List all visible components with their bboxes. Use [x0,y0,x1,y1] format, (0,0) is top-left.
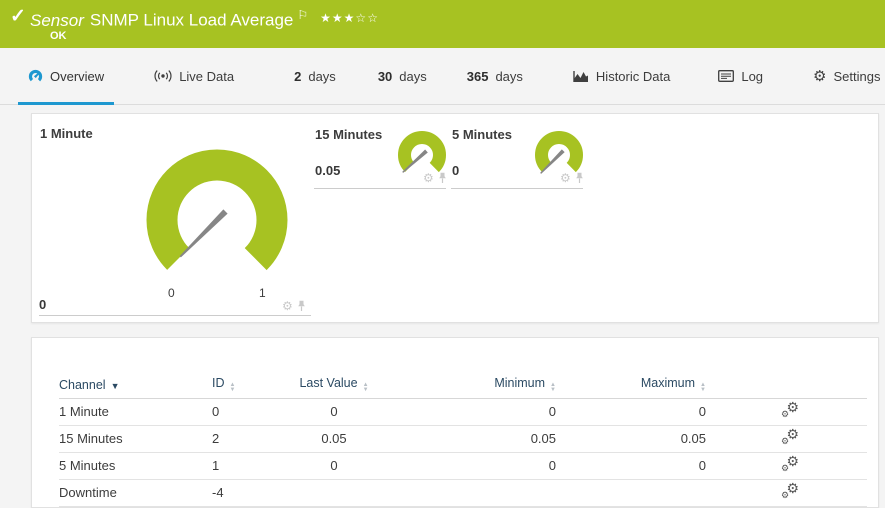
cell-id: 0 [212,404,220,419]
tab-label: Overview [50,68,105,84]
gauge-1min-dial [146,149,288,291]
sort-icon: ▲ ▼ [550,382,556,394]
cell-last-value: 0.05 [321,431,347,446]
cell-maximum: 0.05 [680,431,706,446]
priority-stars[interactable]: ★★★☆☆ [320,11,379,25]
sensor-title: Sensor SNMP Linux Load Average ⚐ ★★★☆☆ [30,8,379,31]
sensor-type-label: Sensor [30,10,84,30]
tab-label: Historic Data [595,68,671,84]
cell-channel: Downtime [59,485,117,500]
status-badge: OK [50,30,67,42]
gauge-5min-value: 0 [452,163,460,178]
cell-minimum: 0 [548,458,556,473]
tab-number: 30 [377,68,393,84]
gear-icon[interactable]: ⚙ [423,172,434,184]
live-data-icon [154,69,172,83]
cell-minimum: 0 [548,404,556,419]
table-row-5-minutes[interactable]: 5 Minutes 1 0 0 0 ⚙ ⚙ [59,452,867,479]
gauge-cell-divider [39,315,311,316]
table-row-15-minutes[interactable]: 15 Minutes 2 0.05 0.05 0.05 ⚙ ⚙ [59,425,867,452]
cell-last-value: 0 [330,458,338,473]
gauge-1min-scale-min: 0 [168,286,175,300]
channel-settings-icon[interactable]: ⚙ ⚙ [781,426,799,446]
gauge-5min-toolbar: ⚙ [560,172,584,184]
tab-2-days[interactable]: 2 days [284,48,346,104]
tab-30-days[interactable]: 30 days [368,48,437,104]
pin-icon[interactable] [297,300,306,312]
tab-number: 2 [294,68,302,84]
gauge-1min-label: 1 Minute [40,126,93,141]
sort-icon: ▲ ▼ [362,382,369,394]
cell-maximum: 0 [698,404,706,419]
gear-icon[interactable]: ⚙ [282,300,293,312]
sort-desc-icon: ▼ [110,380,120,391]
gear-icon[interactable]: ⚙ [560,172,571,184]
sensor-header: ✓ Sensor SNMP Linux Load Average ⚐ ★★★☆☆ OK [0,0,885,48]
channels-panel: Channel ▼ ID ▲ ▼ Last Value ▲ ▼ Minimum ▲ ▼ Max… [31,337,879,508]
gauge-icon [28,69,43,84]
status-ok-check-icon: ✓ [10,6,26,27]
column-header-settings [706,372,867,398]
channels-table: Channel ▼ ID ▲ ▼ Last Value ▲ ▼ Minimum ▲ ▼ Max… [59,372,867,507]
channel-settings-icon[interactable]: ⚙ ⚙ [781,453,799,473]
tab-log[interactable]: Log [708,48,773,104]
cell-channel: 5 Minutes [59,458,116,473]
cell-minimum: 0.05 [530,431,556,446]
gauge-cell-divider [451,188,583,189]
pin-icon[interactable] [438,172,447,184]
area-chart-icon [573,70,589,83]
pin-icon[interactable] [575,172,584,184]
gauge-15min-toolbar: ⚙ [423,172,447,184]
tab-number: 365 [466,68,489,84]
sensor-name: SNMP Linux Load Average [89,10,294,30]
tab-365-days[interactable]: 365 days [457,48,533,104]
log-icon [718,70,735,82]
tab-overview[interactable]: Overview [18,48,115,105]
cell-last-value [272,479,396,506]
gauge-cell-divider [314,188,446,189]
cell-channel: 15 Minutes [59,431,123,446]
tab-label: days [399,68,427,84]
cell-maximum: 0 [698,458,706,473]
tab-label: days [495,68,523,84]
gauge-15min-label: 15 Minutes [315,127,383,142]
column-header-minimum[interactable]: Minimum ▲ ▼ [396,372,556,398]
table-row-downtime[interactable]: Downtime -4 ⚙ ⚙ [59,479,867,506]
tab-label: Log [741,68,764,84]
table-header-row: Channel ▼ ID ▲ ▼ Last Value ▲ ▼ Minimum ▲ ▼ Max… [59,372,867,398]
tab-historic-data[interactable]: Historic Data [563,48,680,104]
cell-maximum [556,479,706,506]
cell-last-value: 0 [330,404,338,419]
cell-id: 2 [212,431,220,446]
gauge-5min-label: 5 Minutes [452,127,512,142]
tab-label: Live Data [179,68,235,84]
tab-label: Settings [833,68,881,84]
gauge-1min-toolbar: ⚙ [282,300,306,312]
gauge-15min-value: 0.05 [315,163,341,178]
tab-settings[interactable]: ⚙ Settings [803,48,885,104]
cell-id: 1 [212,458,220,473]
priority-flag-icon[interactable]: ⚐ [297,8,308,22]
gear-icon: ⚙ [813,67,827,85]
column-header-id[interactable]: ID ▲ ▼ [212,372,272,398]
channel-settings-icon[interactable]: ⚙ ⚙ [781,399,799,419]
table-row-1-minute[interactable]: 1 Minute 0 0 0 0 ⚙ ⚙ [59,398,867,425]
column-header-channel[interactable]: Channel ▼ [59,372,212,398]
cell-minimum [396,479,556,506]
gauges-panel: 1 Minute 0 1 0 ⚙ 15 Minutes 0.05 ⚙ 5 Min… [31,113,879,323]
gauge-1min-value: 0 [39,297,47,312]
gauge-1min-scale-max: 1 [259,286,266,300]
cell-id: -4 [212,485,224,500]
column-header-last-value[interactable]: Last Value ▲ ▼ [272,372,396,398]
sort-icon: ▲ ▼ [229,382,236,394]
tab-live-data[interactable]: Live Data [144,48,244,104]
tab-bar: Overview Live Data 2 days 30 days 365 da… [0,48,885,105]
tab-label: days [308,68,336,84]
cell-channel: 1 Minute [59,404,109,419]
sort-icon: ▲ ▼ [700,382,706,394]
column-header-maximum[interactable]: Maximum ▲ ▼ [556,372,706,398]
gauge-needle [179,209,228,258]
channel-settings-icon[interactable]: ⚙ ⚙ [781,480,799,500]
